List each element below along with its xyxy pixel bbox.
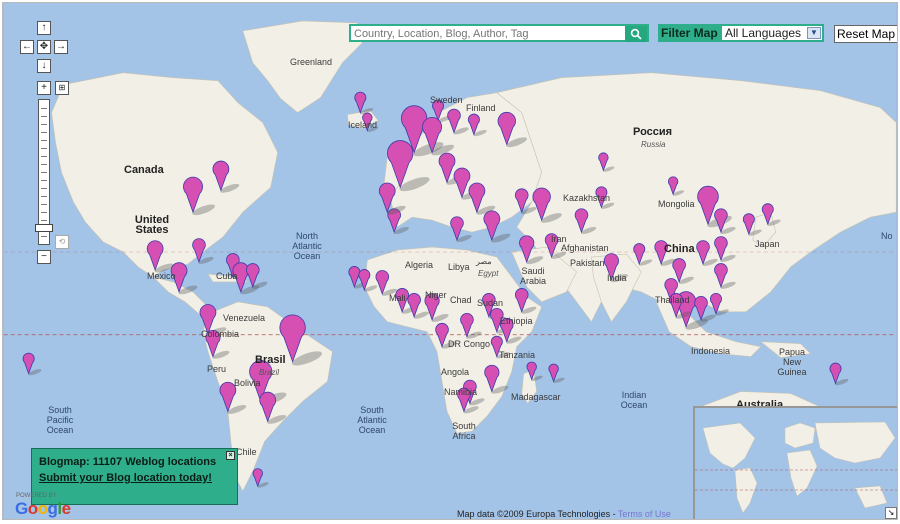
search-box <box>349 24 649 42</box>
label-papua-new-guinea: Papua New Guinea <box>777 347 807 377</box>
overview-map[interactable]: ↘ <box>693 406 897 519</box>
label-indonesia: Indonesia <box>691 346 731 356</box>
label-kazakhstan: Kazakhstan <box>563 193 611 203</box>
overview-toggle-icon[interactable]: ↘ <box>885 507 897 519</box>
label-mali: Mali <box>389 293 406 303</box>
label-cuba: Cuba <box>216 271 238 281</box>
label-angola: Angola <box>441 367 470 377</box>
reset-map-button[interactable]: Reset Map <box>834 25 897 43</box>
zoom-out-icon[interactable]: − <box>37 250 51 264</box>
label-thailand: Thailand <box>655 295 690 305</box>
overview-map-image <box>695 408 897 519</box>
label-japan: Japan <box>755 239 780 249</box>
zoom-slider-handle[interactable] <box>35 224 53 232</box>
label-north-pacific-right: No <box>881 231 893 241</box>
center-icon[interactable]: ✥ <box>37 40 51 54</box>
label-afghanistan: Afghanistan <box>561 243 609 253</box>
label-south-atlantic: South Atlantic Ocean <box>357 405 387 435</box>
label-canada: Canada <box>124 164 164 176</box>
label-indian-ocean: Indian Ocean <box>620 390 648 410</box>
chevron-down-icon[interactable]: ▼ <box>807 27 821 39</box>
label-niger: Niger <box>425 290 447 300</box>
zoom-in-icon[interactable]: + <box>37 81 51 95</box>
label-sudan: Sudan <box>477 298 504 308</box>
label-egypt-sub: مصر <box>476 257 492 266</box>
zoom-extent-icon[interactable]: ⊞ <box>55 81 69 95</box>
search-button[interactable] <box>625 26 647 42</box>
label-mexico: Mexico <box>147 271 176 281</box>
search-icon <box>630 28 642 40</box>
label-dr-congo: DR Congo <box>448 339 491 349</box>
label-pakistan: Pakistan <box>570 258 605 268</box>
label-libya: Libya <box>448 262 470 272</box>
arrow-up-icon[interactable]: ↑ <box>37 21 51 35</box>
label-chad: Chad <box>450 295 472 305</box>
label-chile: Chile <box>236 447 257 457</box>
arrow-down-icon[interactable]: ↓ <box>37 59 51 73</box>
label-bolivia: Bolivia <box>234 378 261 388</box>
label-venezuela: Venezuela <box>223 313 266 323</box>
attribution-text: Map data ©2009 Europa Technologies - <box>457 509 616 519</box>
label-egypt: Egypt <box>478 269 499 278</box>
info-panel-title: Blogmap: 11107 Weblog locations <box>39 456 217 468</box>
label-ethiopia: Ethiopia <box>500 316 533 326</box>
label-peru: Peru <box>207 364 227 374</box>
label-tanzania: Tanzania <box>499 350 536 360</box>
label-saudi-arabia: Saudi Arabia <box>519 266 546 286</box>
search-input[interactable] <box>353 27 625 41</box>
language-select-value: All Languages <box>725 26 802 40</box>
label-sweden: Sweden <box>430 95 463 105</box>
label-iceland: Iceland <box>348 120 378 130</box>
label-north-atlantic: North Atlantic Ocean <box>292 231 322 261</box>
label-russia-sub: Russia <box>641 140 666 149</box>
language-select[interactable]: All Languages ▼ <box>720 24 824 42</box>
label-madagascar: Madagascar <box>511 392 561 402</box>
label-mongolia: Mongolia <box>658 199 695 209</box>
label-greenland: Greenland <box>290 57 333 67</box>
label-brazil-sub: Brazil <box>259 368 280 377</box>
map-container[interactable]: Greenland Iceland Sweden Finland Canada … <box>2 2 898 520</box>
map-attribution: Map data ©2009 Europa Technologies - Ter… <box>457 509 671 519</box>
label-brazil: Brasil <box>255 354 286 366</box>
label-south-pacific: South Pacific Ocean <box>46 405 74 435</box>
label-colombia: Colombia <box>201 329 240 339</box>
label-india: India <box>607 273 627 283</box>
label-china: China <box>664 243 695 255</box>
label-south-africa: South Africa <box>452 421 476 441</box>
filter-map-label: Filter Map <box>658 24 721 42</box>
label-algeria: Algeria <box>405 260 434 270</box>
label-finland: Finland <box>466 103 496 113</box>
close-icon[interactable]: × <box>226 451 235 460</box>
info-panel: × Blogmap: 11107 Weblog locations Submit… <box>31 448 238 505</box>
label-united-states: United States <box>134 214 170 236</box>
arrow-left-icon[interactable]: ← <box>20 40 34 54</box>
label-namibia: Namibia <box>444 387 478 397</box>
google-logo: Google <box>15 499 71 518</box>
terms-of-use-link[interactable]: Terms of Use <box>618 509 671 519</box>
label-russia: Россия <box>633 126 673 138</box>
arrow-right-icon[interactable]: → <box>54 40 68 54</box>
submit-blog-link[interactable]: Submit your Blog location today! <box>39 470 230 486</box>
restore-icon[interactable]: ⟲ <box>55 235 69 249</box>
